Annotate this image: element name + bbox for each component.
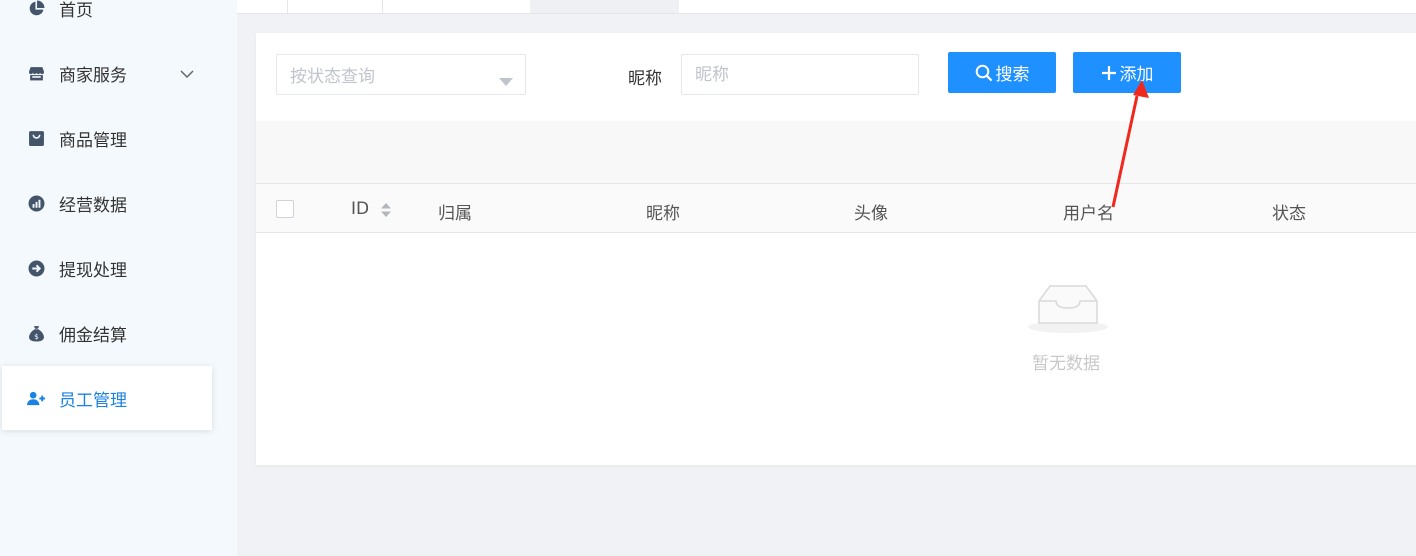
sidebar-item-label: 提现处理: [59, 260, 127, 281]
column-header-avatar: 头像: [854, 204, 888, 224]
store-icon: [27, 64, 46, 83]
sidebar-item-business-data[interactable]: 经营数据: [2, 171, 212, 235]
column-header-owner: 归属: [438, 204, 472, 224]
search-button[interactable]: 搜索: [948, 52, 1056, 93]
sidebar-item-label: 商品管理: [59, 130, 127, 151]
add-button[interactable]: 添加: [1073, 52, 1181, 93]
column-header-id[interactable]: ID: [351, 199, 369, 219]
status-select-placeholder: 按状态查询: [290, 67, 375, 87]
sidebar-item-home[interactable]: 首页: [2, 0, 212, 40]
nickname-input[interactable]: [681, 54, 919, 95]
content-card: 按状态查询 昵称 搜索 添加 ID 归属 昵称 头像 用户名 状态: [256, 33, 1416, 465]
sidebar-item-label: 首页: [59, 0, 93, 21]
status-select[interactable]: 按状态查询: [276, 54, 526, 95]
plus-icon: [1101, 65, 1120, 81]
empty-state-text: 暂无数据: [1032, 354, 1100, 374]
sidebar-item-label: 商家服务: [59, 65, 127, 86]
sidebar-item-withdrawal[interactable]: 提现处理: [2, 236, 212, 300]
arrow-circle-icon: [27, 259, 46, 278]
chevron-down-icon: [179, 66, 195, 82]
table-toolbar: [256, 121, 1416, 183]
table-header: ID 归属 昵称 头像 用户名 状态: [256, 183, 1416, 233]
tab-active[interactable]: [530, 0, 679, 13]
sidebar-item-label: 佣金结算: [59, 325, 127, 346]
caret-down-icon: [499, 71, 513, 91]
column-header-username: 用户名: [1063, 204, 1114, 224]
column-header-status: 状态: [1272, 204, 1306, 224]
svg-text:$: $: [34, 331, 39, 340]
money-bag-icon: $: [27, 324, 46, 343]
empty-inbox-icon: [1026, 283, 1110, 340]
search-icon: [975, 64, 996, 82]
shopping-bag-icon: [27, 129, 46, 148]
bar-chart-icon: [27, 194, 46, 213]
sidebar-item-label: 员工管理: [59, 390, 127, 411]
search-button-label: 搜索: [995, 65, 1030, 85]
add-button-label: 添加: [1119, 65, 1154, 85]
sort-icon[interactable]: [380, 202, 392, 223]
sidebar-item-commission[interactable]: $ 佣金结算: [2, 301, 212, 365]
pie-chart-icon: [27, 0, 46, 18]
sidebar: 首页 商家服务 商品管理 经营数据 提现处理 $ 佣金结算 员工管理: [0, 0, 237, 556]
tabs-strip: [237, 0, 1416, 14]
tab[interactable]: [287, 0, 383, 13]
select-all-checkbox[interactable]: [276, 200, 294, 218]
sidebar-item-merchant-service[interactable]: 商家服务: [2, 41, 212, 105]
column-header-nickname: 昵称: [646, 204, 680, 224]
sidebar-item-staff-management[interactable]: 员工管理: [2, 366, 212, 430]
nickname-label: 昵称: [628, 69, 662, 89]
sidebar-item-product-management[interactable]: 商品管理: [2, 106, 212, 170]
sidebar-item-label: 经营数据: [59, 195, 127, 216]
user-add-icon: [27, 389, 46, 408]
